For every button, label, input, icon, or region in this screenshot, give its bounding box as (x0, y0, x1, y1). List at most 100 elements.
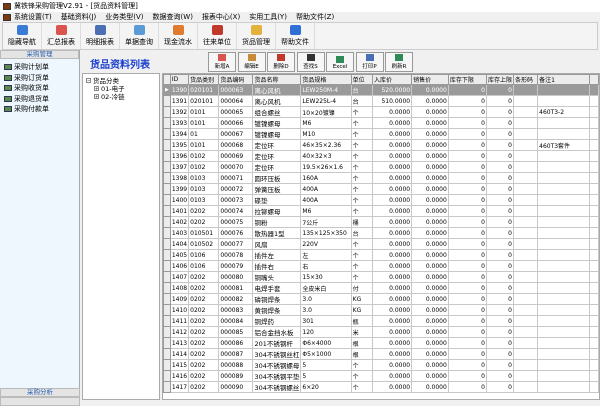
column-header[interactable]: ID (169, 74, 190, 85)
column-header[interactable]: 货品类别 (188, 74, 220, 85)
row-indicator[interactable] (163, 106, 171, 118)
column-header[interactable]: 货品规格 (300, 74, 352, 85)
action-button[interactable]: 刷新R (385, 52, 413, 72)
table-row[interactable]: 1417 0202 000090 304不锈钢螺丝 6×20 个 0.0000 0.0000 0… (163, 381, 599, 393)
row-indicator[interactable] (163, 304, 171, 316)
row-indicator[interactable] (163, 95, 171, 107)
action-button[interactable]: 新增A (208, 52, 236, 72)
tree-node[interactable]: +02-冷链 (86, 92, 156, 101)
table-row[interactable]: 1393 0101 000066 镀镍螺母 M6 个 0.0000 0.0000 0 0 (163, 117, 599, 129)
table-row[interactable]: 1400 0103 000073 碟垫 400A 个 0.0000 0.0000 0 0 (163, 194, 599, 206)
menu-item[interactable]: 业务类型(V) (105, 12, 143, 22)
table-row[interactable]: 1404 010502 000077 风扇 220V 个 0.0000 0.0000 0 0 (163, 238, 599, 250)
toolbar-button[interactable]: 单据查询 (120, 23, 159, 49)
toolbar-button[interactable]: 隐藏导航 (3, 23, 42, 49)
table-row[interactable]: 1415 0202 000088 304不锈钢螺母 5 个 0.0000 0.0000 0 0 (163, 359, 599, 371)
column-header[interactable]: 入库价 (372, 74, 413, 85)
action-button[interactable]: 查找S (296, 52, 325, 72)
row-indicator[interactable] (163, 150, 171, 162)
toolbar-button[interactable]: 汇总报表 (42, 23, 81, 49)
column-header[interactable]: 货品编码 (218, 74, 254, 85)
table-row[interactable]: 1416 0202 000089 304不锈钢平垫 5 个 0.0000 0.0000 0 0 (163, 370, 599, 382)
toolbar-button[interactable]: 明细报表 (81, 23, 120, 49)
row-indicator[interactable]: ▶ (163, 84, 171, 96)
row-indicator[interactable] (163, 161, 171, 173)
action-button[interactable]: 编辑E (237, 52, 266, 72)
table-row[interactable]: 1397 0102 000070 定位环 19.5×26×1.6 个 0.0000 0.000… (163, 161, 599, 173)
table-row[interactable]: 1407 0202 000080 铜嘴头 15×30 个 0.0000 0.0000 0 0 (163, 271, 599, 283)
table-row[interactable]: 1408 0202 000081 电焊手套 全皮米白付 0.0000 0.0000 0 0 (163, 282, 599, 294)
toolbar-button[interactable]: 帮助文件 (276, 23, 315, 49)
sidebar-item[interactable]: 采购订货单 (0, 73, 79, 84)
table-row[interactable]: 1398 0103 000071 圆环压板 160A 个 0.0000 0.0000 0 0 (163, 172, 599, 184)
row-indicator[interactable] (163, 348, 171, 360)
column-header[interactable]: 条形码 (512, 74, 539, 85)
table-row[interactable]: 1410 0202 000083 黄铜焊条 3.0 KG 0.0000 0.0000 0 0 (163, 304, 599, 316)
table-row[interactable]: 1414 0202 000087 304不锈钢丝杠 Φ5×1000 根 0.0000 0.00… (163, 348, 599, 360)
table-row[interactable]: 1412 0202 000085 铝合金挡水板 120 米 0.0000 0.0000 0 0 (163, 326, 599, 338)
sidebar-item[interactable]: 采购付款单 (0, 104, 79, 115)
table-row[interactable]: 1391 020101 000064 离心风机 LEW225L-4 台 510.0000 0.… (163, 95, 599, 107)
row-indicator[interactable] (163, 370, 171, 382)
menu-item[interactable]: 系统设置(T) (14, 12, 52, 22)
table-row[interactable]: 1394 01 000067 镀镍螺母 M10 个 0.0000 0.0000 0 0 (163, 128, 599, 140)
column-header[interactable]: 库存上限 (485, 74, 514, 85)
toolbar-button[interactable]: 货品管理 (237, 23, 276, 49)
column-header[interactable]: 备注1 (537, 74, 591, 85)
column-header-extra[interactable] (589, 74, 599, 85)
table-row[interactable]: 1395 0101 000068 定位环 46×35×2.36 个 0.0000 0.0000… (163, 139, 599, 151)
toolbar-button[interactable]: 往来单位 (198, 23, 237, 49)
row-indicator[interactable] (163, 359, 171, 371)
expand-icon[interactable]: + (94, 85, 99, 91)
row-indicator[interactable] (163, 238, 171, 250)
app-menu-icon[interactable] (3, 13, 11, 21)
table-row[interactable]: 1405 0106 000078 插件左左个 0.0000 0.0000 0 0 (163, 249, 599, 261)
row-indicator[interactable] (163, 381, 171, 393)
table-row[interactable]: 1411 0202 000084 铜焊药 301 瓶 0.0000 0.0000 0 0 (163, 315, 599, 327)
row-indicator[interactable] (163, 260, 171, 272)
menu-item[interactable]: 帮助文件(Z) (296, 12, 334, 22)
row-indicator[interactable] (163, 216, 171, 228)
menu-item[interactable]: 数据查询(W) (153, 12, 193, 22)
row-indicator[interactable] (163, 293, 171, 305)
sidebar-section-next[interactable] (0, 397, 80, 406)
sidebar-header-purchase[interactable]: 采购管理 (0, 50, 79, 59)
action-button[interactable]: Excel (326, 52, 354, 72)
row-indicator[interactable] (163, 282, 171, 294)
table-row[interactable]: 1413 0202 000086 201不锈钢杆 Φ6×4000 根 0.0000 0.000… (163, 337, 599, 349)
action-button[interactable]: 删除D (267, 52, 295, 72)
menu-item[interactable]: 实用工具(Y) (249, 12, 287, 22)
table-row[interactable]: 1396 0102 000069 定位环 40×32×3 个 0.0000 0.0000 0 0 (163, 150, 599, 162)
table-row[interactable]: 1399 0103 000072 弹簧压板 400A 个 0.0000 0.0000 0 0 (163, 183, 599, 195)
row-indicator[interactable] (163, 128, 171, 140)
row-indicator[interactable] (163, 315, 171, 327)
sidebar-item[interactable]: 采购计划单 (0, 62, 79, 73)
sidebar-item[interactable]: 采购收货单 (0, 83, 79, 94)
table-row[interactable]: 1401 0202 000074 拉铆螺母 M6 个 0.0000 0.0000 0 0 (163, 205, 599, 217)
row-indicator[interactable] (163, 139, 171, 151)
table-row[interactable]: 1409 0202 000082 磷铜焊条 3.0 KG 0.0000 0.0000 0 0 (163, 293, 599, 305)
table-row[interactable]: ▶ 1390 020101 000063 离心风机 LEW250M-4 台 520.0000 0… (163, 84, 599, 96)
row-indicator[interactable] (163, 326, 171, 338)
row-indicator[interactable] (163, 271, 171, 283)
menu-item[interactable]: 基础资料(J) (61, 12, 97, 22)
sidebar-item[interactable]: 采购退货单 (0, 94, 79, 105)
column-header[interactable]: 单位 (350, 74, 374, 85)
row-indicator[interactable] (163, 183, 171, 195)
table-row[interactable]: 1406 0106 000079 插件右右个 0.0000 0.0000 0 0 (163, 260, 599, 272)
table-row[interactable]: 1402 0202 000075 铜粉 7公斤桶 0.0000 0.0000 0 0 (163, 216, 599, 228)
table-row[interactable]: 1403 010501 000076 散热器1型 135×125×350 台 0.0000 0… (163, 227, 599, 239)
row-indicator[interactable] (163, 172, 171, 184)
collapse-icon[interactable]: − (86, 77, 91, 83)
column-header[interactable]: 库存下限 (447, 74, 487, 85)
table-row[interactable]: 1392 0101 000065 组合螺丝 10×20镀镍个 0.0000 0.0000 0 0… (163, 106, 599, 118)
row-indicator[interactable] (163, 194, 171, 206)
menu-item[interactable]: 报表中心(X) (202, 12, 240, 22)
row-indicator[interactable] (163, 249, 171, 261)
row-indicator[interactable] (163, 227, 171, 239)
expand-icon[interactable]: + (94, 93, 99, 99)
row-indicator[interactable] (163, 117, 171, 129)
row-indicator[interactable] (163, 205, 171, 217)
sidebar-section-analysis[interactable]: 采购分析 (0, 388, 80, 397)
action-button[interactable]: 打印P (355, 52, 384, 72)
